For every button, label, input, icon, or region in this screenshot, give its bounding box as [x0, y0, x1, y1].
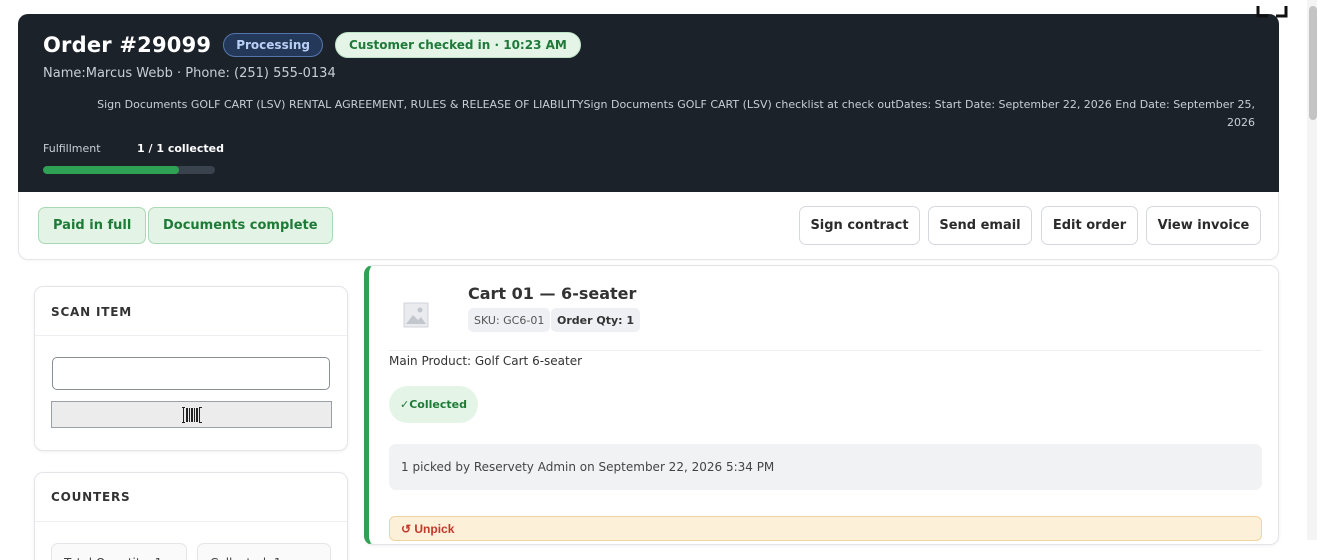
- order-header: Order #29099 Processing Customer checked…: [18, 14, 1279, 192]
- status-badge: Processing: [223, 33, 323, 57]
- unpick-button[interactable]: ↺ Unpick: [389, 516, 1262, 541]
- image-placeholder-icon: [403, 302, 429, 328]
- resize-corner-icon: [1256, 6, 1288, 18]
- fulfillment-progress-fill: [43, 166, 179, 174]
- sign-contract-button[interactable]: Sign contract: [799, 206, 920, 245]
- order-action-bar: Paid in full Documents complete Sign con…: [18, 192, 1279, 260]
- sku-chip: SKU: GC6-01: [468, 308, 551, 332]
- documents-complete-chip: Documents complete: [148, 207, 333, 244]
- scan-input[interactable]: [52, 357, 330, 390]
- scan-item-card: SCAN ITEM: [34, 286, 348, 451]
- item-divider: [389, 350, 1262, 351]
- scan-barcode-button[interactable]: [51, 401, 332, 428]
- fulfillment-label: Fulfillment: [43, 142, 101, 155]
- main-product-label: Main Product: Golf Cart 6-seater: [389, 354, 583, 368]
- title-row: Order #29099 Processing Customer checked…: [43, 32, 581, 58]
- fulfillment-progress-bar: [43, 166, 215, 174]
- fulfillment-row: Fulfillment 1 / 1 collected: [43, 142, 224, 155]
- scrollbar-thumb[interactable]: [1309, 6, 1317, 120]
- counters-card: COUNTERS Total Quantity: 1 Collected: 1: [34, 472, 348, 560]
- edit-order-button[interactable]: Edit order: [1041, 206, 1138, 245]
- order-page: Order #29099 Processing Customer checked…: [0, 0, 1320, 560]
- item-name: Cart 01 — 6-seater: [468, 284, 637, 303]
- fulfillment-value: 1 / 1 collected: [137, 142, 225, 155]
- counters-title: COUNTERS: [51, 490, 131, 504]
- total-quantity-counter: Total Quantity: 1: [51, 543, 187, 560]
- picked-note: 1 picked by Reservety Admin on September…: [389, 444, 1262, 490]
- paid-in-full-chip: Paid in full: [38, 207, 147, 244]
- send-email-button[interactable]: Send email: [928, 206, 1032, 245]
- collected-status-pill: ✓Collected: [389, 386, 478, 423]
- order-qty-chip: Order Qty: 1: [551, 308, 641, 332]
- documents-dates-line: Sign Documents GOLF CART (LSV) RENTAL AG…: [97, 98, 1255, 129]
- customer-contact: Name:Marcus Webb · Phone: (251) 555-0134: [43, 66, 336, 81]
- scan-card-divider: [35, 335, 347, 336]
- barcode-icon: [181, 406, 202, 423]
- counters-card-divider: [35, 521, 347, 522]
- checkin-badge: Customer checked in · 10:23 AM: [334, 32, 581, 58]
- collected-counter: Collected: 1: [197, 543, 331, 560]
- order-title: Order #29099: [43, 33, 212, 57]
- order-item-card: Cart 01 — 6-seater SKU: GC6-01 Order Qty…: [364, 265, 1279, 545]
- scan-item-title: SCAN ITEM: [51, 305, 132, 319]
- view-invoice-button[interactable]: View invoice: [1146, 206, 1261, 245]
